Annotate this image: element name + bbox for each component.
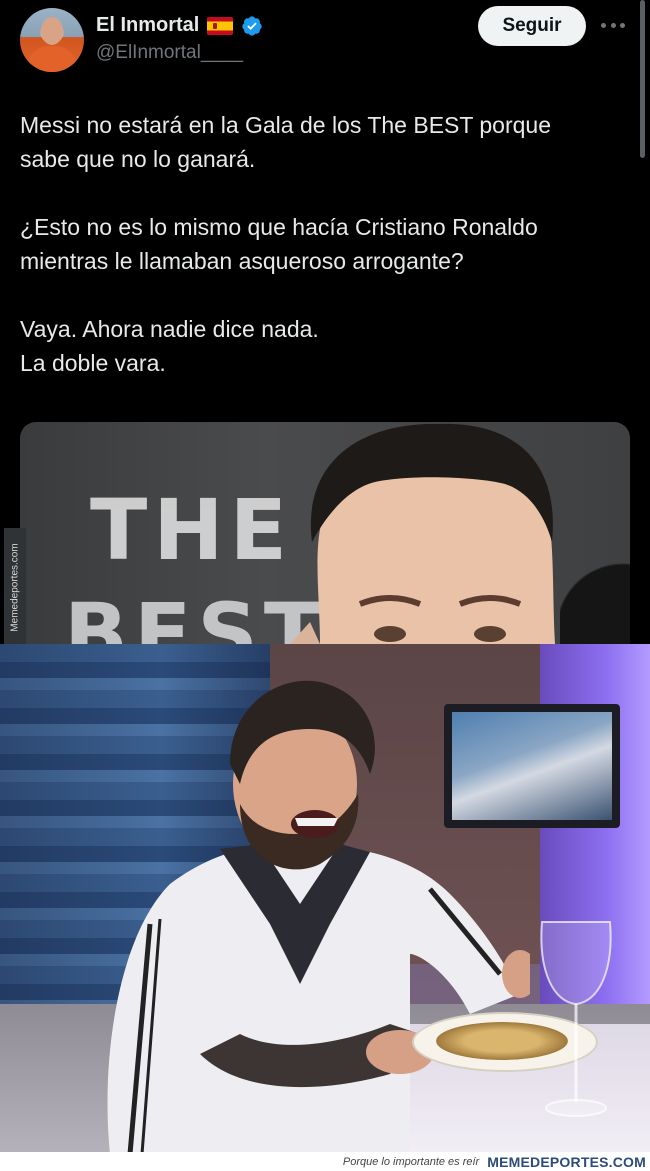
- verified-badge-icon: [242, 15, 262, 36]
- the-best-logo-text: BEST: [64, 585, 328, 644]
- smiling-player-photo: [107, 680, 530, 1152]
- tweet-text-line: La doble vara.: [20, 350, 166, 376]
- author-display-name[interactable]: El Inmortal: [96, 14, 199, 37]
- photo-wine-glass: [540, 921, 612, 1117]
- more-options-icon[interactable]: [598, 14, 628, 36]
- tweet-text: Messi no estará en la Gala de los The BE…: [20, 108, 620, 380]
- player-face-photo: [290, 423, 555, 644]
- author-display-name-row[interactable]: El Inmortal: [96, 14, 263, 37]
- memedeportes-footer: Porque lo importante es reír MEMEDEPORTE…: [0, 1152, 650, 1171]
- tweet-text-line: ¿Esto no es lo mismo que hacía Cristiano…: [20, 214, 538, 240]
- tweet-text-line: sabe que no lo ganará.: [20, 146, 256, 172]
- author-avatar[interactable]: [20, 8, 84, 72]
- tweet-text-line: Vaya. Ahora nadie dice nada.: [20, 316, 319, 342]
- author-handle[interactable]: @ElInmortal____: [96, 42, 243, 64]
- the-best-logo-text: THE: [90, 481, 293, 579]
- tweet-media-image[interactable]: THE BEST: [20, 422, 630, 644]
- side-watermark-text: Memedeportes.com: [9, 542, 21, 632]
- tweet-text-line: mientras le llamaban asqueroso arrogante…: [20, 248, 464, 274]
- scrollbar[interactable]: [640, 0, 645, 158]
- spain-flag-icon: [207, 16, 234, 35]
- dinner-photo: [0, 644, 650, 1152]
- tweet-text-line: Messi no estará en la Gala de los The BE…: [20, 112, 552, 138]
- footer-brand[interactable]: MEMEDEPORTES.COM: [487, 1154, 646, 1170]
- avatar-shirt: [28, 46, 76, 72]
- footer-tagline: Porque lo importante es reír: [342, 1155, 480, 1168]
- follow-button[interactable]: Seguir: [478, 6, 586, 46]
- avatar-head: [41, 17, 63, 45]
- side-watermark: Memedeportes.com: [4, 528, 26, 646]
